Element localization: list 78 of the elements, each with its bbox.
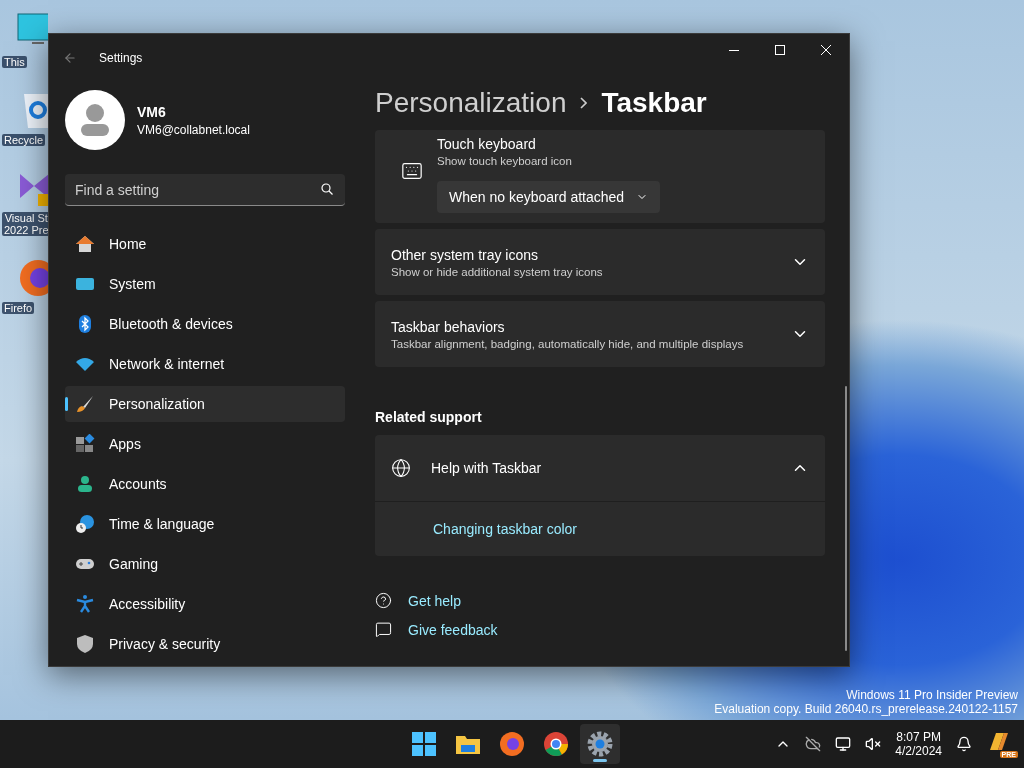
- nav-label: Bluetooth & devices: [109, 316, 233, 332]
- start-icon: [411, 731, 437, 757]
- footer-link[interactable]: Give feedback: [408, 621, 498, 638]
- help-link[interactable]: Changing taskbar color: [433, 521, 577, 537]
- scrollbar[interactable]: [845, 386, 847, 651]
- account-email: VM6@collabnet.local: [137, 122, 250, 137]
- evaluation-notice: Windows 11 Pro Insider Preview: [846, 688, 1018, 702]
- time-icon: [75, 514, 95, 534]
- setting-card[interactable]: Taskbar behaviors Taskbar alignment, badging, automatically hide, and multiple displays: [375, 301, 825, 367]
- cloud-off-icon[interactable]: [805, 736, 822, 752]
- setting-title: Taskbar behaviors: [391, 318, 506, 335]
- nav-label: Home: [109, 236, 147, 252]
- desktop-icon-label: Firefo: [2, 302, 35, 314]
- chevron-right-icon: [580, 97, 588, 109]
- nav-label: System: [109, 276, 156, 292]
- close-icon: [821, 45, 831, 55]
- running-indicator: [593, 759, 607, 762]
- nav-item[interactable]: Network & internet: [65, 346, 345, 382]
- nav-item[interactable]: Home: [65, 226, 345, 262]
- nav-label: Apps: [109, 436, 141, 452]
- setting-card[interactable]: Other system tray icons Show or hide additional system tray icons: [375, 229, 825, 295]
- nav-item[interactable]: Bluetooth & devices: [65, 306, 345, 342]
- chrome-icon: [543, 731, 569, 757]
- volume-muted-icon[interactable]: [865, 736, 882, 752]
- desktop-icon-label: This: [2, 56, 27, 68]
- bell-icon[interactable]: [956, 736, 972, 752]
- home-icon: [75, 234, 95, 254]
- nav-label: Network & internet: [109, 356, 225, 372]
- setting-description: Show or hide additional system tray icons: [391, 265, 604, 278]
- evaluation-notice: Evaluation copy. Build 26040.rs_prerelease.240122-1157: [714, 702, 1018, 716]
- settings-icon: [587, 731, 613, 757]
- nav-item[interactable]: Gaming: [65, 546, 345, 582]
- nav-item[interactable]: Privacy & security: [65, 626, 345, 662]
- network-icon[interactable]: [835, 736, 852, 752]
- minimize-icon: [729, 49, 739, 51]
- dropdown[interactable]: When no keyboard attached: [437, 181, 661, 213]
- setting-title: Other system tray icons: [391, 246, 540, 263]
- nav-item[interactable]: Apps: [65, 426, 345, 462]
- nav-label: Time & language: [109, 516, 215, 532]
- nav-item[interactable]: Personalization: [65, 386, 345, 422]
- clock[interactable]: 8:07 PM 4/2/2024: [895, 730, 942, 758]
- feedback-icon: [375, 621, 392, 638]
- firefox-icon: [499, 731, 525, 757]
- nav-item[interactable]: Accessibility: [65, 586, 345, 622]
- window-title: Settings: [99, 51, 143, 65]
- nav-item[interactable]: Time & language: [65, 506, 345, 542]
- nav-label: Accessibility: [109, 596, 186, 612]
- search-icon[interactable]: [321, 183, 333, 195]
- apps-icon: [75, 434, 95, 454]
- help-icon: [375, 592, 392, 609]
- maximize-icon: [775, 45, 785, 55]
- search-field[interactable]: Find a setting: [65, 174, 345, 206]
- accessibility-icon: [75, 594, 95, 614]
- taskbar-app[interactable]: [580, 724, 620, 764]
- breadcrumb: Taskbar: [601, 87, 707, 119]
- help-title: Help with Taskbar: [431, 460, 543, 476]
- back-icon[interactable]: [63, 51, 77, 65]
- section-heading: Related support: [375, 409, 483, 425]
- footer-link[interactable]: Get help: [408, 592, 461, 609]
- nav-label: Accounts: [109, 476, 167, 492]
- nav-item[interactable]: System: [65, 266, 345, 302]
- nav-item[interactable]: Accounts: [65, 466, 345, 502]
- breadcrumb[interactable]: Personalization: [375, 87, 567, 119]
- setting-description: Show touch keyboard icon: [437, 155, 573, 167]
- selection-indicator: [65, 397, 68, 411]
- setting-description: Taskbar alignment, badging, automatically hide, and multiple displays: [391, 337, 745, 350]
- desktop-icon-label: Visual St 2022 Pre: [2, 212, 48, 236]
- globe-icon: [391, 458, 411, 478]
- avatar: [65, 90, 125, 150]
- keyboard-icon: [401, 160, 423, 182]
- account-name: VM6: [137, 103, 167, 120]
- nav-label: Gaming: [109, 556, 159, 572]
- nav-label: Personalization: [109, 396, 205, 412]
- desktop-icon-label: Recycle: [2, 134, 46, 146]
- setting-title: Touch keyboard: [437, 136, 537, 152]
- nav-label: Privacy & security: [109, 636, 221, 652]
- accounts-icon: [75, 474, 95, 494]
- shield-icon: [75, 634, 95, 654]
